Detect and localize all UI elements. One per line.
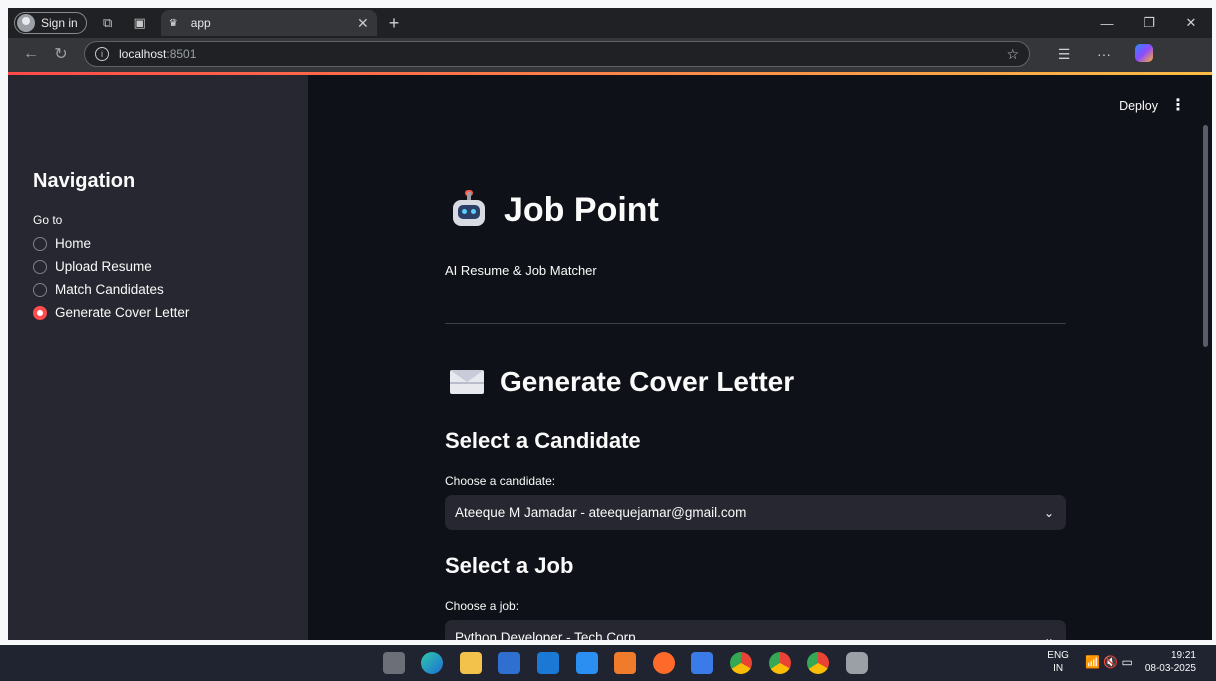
app-title: Job Point — [450, 189, 659, 230]
candidate-select-value: Ateeque M Jamadar - ateequejamar@gmail.c… — [455, 505, 747, 520]
job-select[interactable]: Python Developer - Tech Corp ⌄ — [445, 620, 1066, 640]
minimize-icon[interactable]: — — [1086, 16, 1128, 31]
browser-tab-app[interactable]: ♛ app ✕ — [160, 10, 377, 36]
navigation-radio-group: Home Upload Resume Match Candidates Gene… — [33, 232, 189, 324]
restore-icon[interactable]: ❐ — [1128, 15, 1170, 31]
sidebar-item-label: Home — [55, 236, 92, 251]
section-title-text: Generate Cover Letter — [500, 366, 795, 397]
profile-avatar-icon — [17, 14, 35, 32]
task-view-icon[interactable] — [382, 652, 405, 674]
sidebar-item-upload-resume[interactable]: Upload Resume — [33, 255, 189, 278]
robot-icon — [450, 189, 488, 230]
sidebar-item-generate-cover-letter[interactable]: Generate Cover Letter — [33, 301, 189, 324]
sign-in-button[interactable]: Sign in — [14, 12, 87, 34]
file-explorer-icon[interactable] — [459, 652, 482, 674]
notepad-icon[interactable] — [691, 652, 714, 674]
window-controls: — ❐ ✕ — [1086, 15, 1212, 31]
copilot-icon[interactable] — [1124, 43, 1164, 65]
app-subtitle: AI Resume & Job Matcher — [445, 263, 597, 278]
toolbar-right: ☰ ··· — [1044, 43, 1164, 65]
back-arrow-icon[interactable]: ← — [16, 45, 46, 63]
url-input[interactable]: i localhost:8501 ☆ — [84, 41, 1030, 67]
tab-actions-icon[interactable]: ▣ — [129, 12, 151, 34]
radio-group-label: Go to — [33, 213, 63, 227]
edge-browser-icon[interactable] — [421, 652, 444, 674]
sidebar-item-label: Generate Cover Letter — [55, 305, 190, 320]
chrome-profile-2-icon[interactable] — [807, 652, 830, 674]
radio-button[interactable] — [33, 259, 47, 274]
lang-code: ENG — [1047, 650, 1069, 661]
new-tab-icon[interactable]: + — [389, 13, 400, 34]
language-indicator[interactable]: ENG IN — [1047, 649, 1069, 675]
site-info-icon[interactable]: i — [95, 47, 109, 61]
candidate-select[interactable]: Ateeque M Jamadar - ateequejamar@gmail.c… — [445, 495, 1066, 530]
browser-window: Sign in ⧉ ▣ ♛ app ✕ + — ❐ ✕ ← ↻ i localh… — [8, 8, 1212, 640]
vscode-icon[interactable] — [575, 652, 598, 674]
main-content: Deploy ⋮ Job Point AI Resume & Job Match… — [308, 75, 1212, 640]
job-heading: Select a Job — [445, 553, 574, 578]
sidebar: Navigation Go to Home Upload Resume Matc… — [8, 75, 308, 640]
clock[interactable]: 19:21 08-03-2025 — [1145, 649, 1196, 675]
sidebar-title: Navigation — [33, 170, 136, 192]
address-bar: ← ↻ i localhost:8501 ☆ ☰ ··· — [8, 38, 1212, 72]
wifi-volume-battery-icons[interactable]: 📶 🔇 ▭ — [1085, 655, 1133, 669]
radio-button[interactable] — [33, 236, 47, 251]
chevron-down-icon: ⌄ — [1043, 505, 1055, 520]
system-tray: ENG IN 📶 🔇 ▭ 19:21 08-03-2025 — [1047, 649, 1196, 675]
brave-like-icon[interactable] — [652, 652, 675, 674]
microsoft-store-icon[interactable] — [498, 652, 521, 674]
clock-time: 19:21 — [1170, 650, 1196, 661]
deploy-button[interactable]: Deploy — [1119, 99, 1158, 113]
sign-in-label: Sign in — [41, 16, 78, 30]
chevron-down-icon: ⌄ — [1043, 630, 1055, 641]
refresh-icon[interactable]: ↻ — [46, 44, 76, 64]
section-title: Generate Cover Letter — [450, 366, 794, 398]
divider — [445, 323, 1066, 324]
envelope-icon — [450, 370, 484, 394]
sidebar-item-home[interactable]: Home — [33, 232, 189, 255]
sidebar-item-label: Match Candidates — [55, 282, 164, 297]
streamlit-crown-icon: ♛ — [168, 17, 178, 29]
url-host: localhost — [119, 47, 167, 61]
lang-region: IN — [1053, 663, 1064, 674]
chrome-icon[interactable] — [729, 652, 752, 674]
xampp-icon[interactable] — [614, 652, 637, 674]
favorites-list-icon[interactable]: ☰ — [1044, 46, 1084, 63]
app-title-text: Job Point — [504, 191, 659, 229]
outlook-icon[interactable] — [536, 652, 559, 674]
workspaces-icon[interactable]: ⧉ — [97, 12, 119, 34]
radio-button[interactable] — [33, 282, 47, 297]
favorite-star-icon[interactable]: ☆ — [1006, 46, 1019, 63]
main-menu-icon[interactable]: ⋮ — [1170, 95, 1186, 115]
chrome-profile-icon[interactable] — [768, 652, 791, 674]
tab-close-icon[interactable]: ✕ — [357, 15, 369, 32]
close-window-icon[interactable]: ✕ — [1170, 15, 1212, 31]
url-port: :8501 — [166, 47, 197, 61]
sidebar-item-label: Upload Resume — [55, 259, 152, 274]
candidate-heading: Select a Candidate — [445, 428, 641, 453]
database-icon[interactable] — [845, 652, 868, 674]
scrollbar[interactable] — [1203, 125, 1208, 347]
candidate-select-label: Choose a candidate: — [445, 474, 556, 488]
tab-bar: Sign in ⧉ ▣ ♛ app ✕ + — ❐ ✕ — [8, 8, 1212, 38]
windows-taskbar: ENG IN 📶 🔇 ▭ 19:21 08-03-2025 — [0, 645, 1216, 681]
more-options-icon[interactable]: ··· — [1084, 46, 1124, 62]
taskbar-apps — [346, 652, 884, 674]
sidebar-item-match-candidates[interactable]: Match Candidates — [33, 278, 189, 301]
tab-title: app — [190, 16, 211, 30]
job-select-value: Python Developer - Tech Corp — [455, 630, 636, 640]
clock-date: 08-03-2025 — [1144, 663, 1196, 674]
radio-button-selected[interactable] — [33, 305, 47, 320]
windows-start-icon[interactable] — [346, 653, 366, 673]
job-select-label: Choose a job: — [445, 599, 520, 613]
